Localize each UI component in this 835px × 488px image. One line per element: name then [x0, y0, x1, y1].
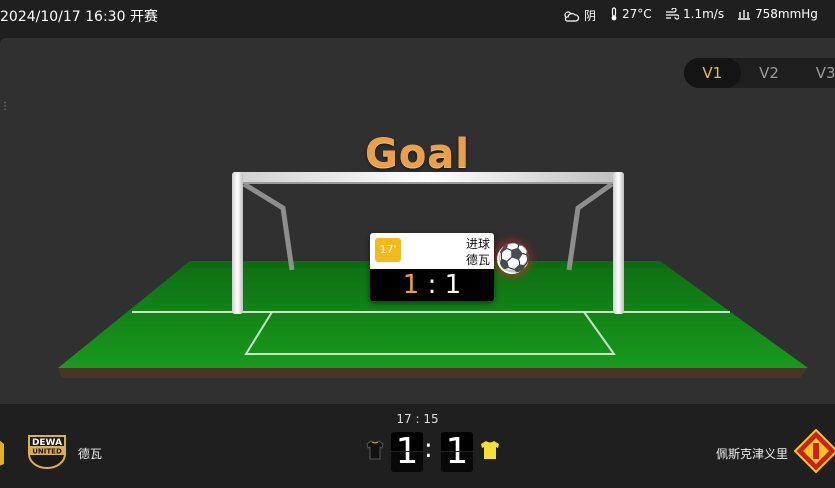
- home-team-name: 德瓦: [78, 447, 103, 461]
- event-score: 1 : 1: [370, 269, 494, 301]
- event-score-separator: :: [427, 270, 437, 300]
- scoreboard: 17 : 15 DEWA UNITED 德瓦 1 : 1 佩斯克津义里: [0, 404, 835, 488]
- event-minute: 17': [375, 238, 401, 262]
- event-score-home: 1: [402, 270, 420, 300]
- temperature-value: 27°C: [622, 7, 652, 21]
- home-logo-text-bottom: UNITED: [32, 448, 62, 456]
- event-team: 德瓦: [465, 253, 490, 267]
- score-separator: :: [424, 434, 433, 464]
- soccer-ball-icon: ⚽: [497, 243, 531, 274]
- shirt-icon: [480, 440, 500, 464]
- weather-condition: 阴: [562, 7, 596, 24]
- shirt-icon: [366, 440, 384, 464]
- cloud-sun-icon: [562, 9, 580, 23]
- match-clock: 17 : 15: [396, 412, 439, 426]
- match-datetime: 2024/10/17 16:30 开赛: [0, 9, 158, 25]
- event-type: 进球: [465, 237, 490, 251]
- pressure-value: 758mmHg: [755, 7, 818, 21]
- event-title: Goal: [364, 131, 470, 177]
- weather-condition-label: 阴: [584, 9, 597, 23]
- wind-icon: [665, 8, 679, 20]
- home-logo-text-top: DEWA: [32, 438, 62, 448]
- away-score: 1: [441, 432, 473, 472]
- away-team-name: 佩斯克津义里: [716, 447, 789, 461]
- pressure: 758mmHg: [737, 7, 818, 21]
- match-animation-panel: ⋮ V1 V2 V3 Goal ⚽ 17' 进球 德瓦 1: 1: [0, 38, 835, 404]
- pressure-icon: [737, 8, 751, 20]
- thermometer-icon: [610, 7, 618, 21]
- prev-team-logo-fragment: [0, 440, 4, 466]
- top-bar: 2024/10/17 16:30 开赛 阴 27°C 1.1m/s 758mmH…: [0, 0, 835, 32]
- wind-value: 1.1m/s: [683, 7, 725, 21]
- home-score: 1: [391, 432, 423, 472]
- goal-event-card: 17' 进球 德瓦 1 : 1: [370, 233, 494, 301]
- event-score-away: 1: [444, 270, 462, 300]
- home-team-logo: DEWA UNITED: [25, 432, 69, 472]
- away-team-logo: [793, 428, 835, 474]
- temperature: 27°C: [610, 7, 652, 21]
- pitch-graphic: [58, 172, 808, 378]
- wind: 1.1m/s: [665, 7, 724, 21]
